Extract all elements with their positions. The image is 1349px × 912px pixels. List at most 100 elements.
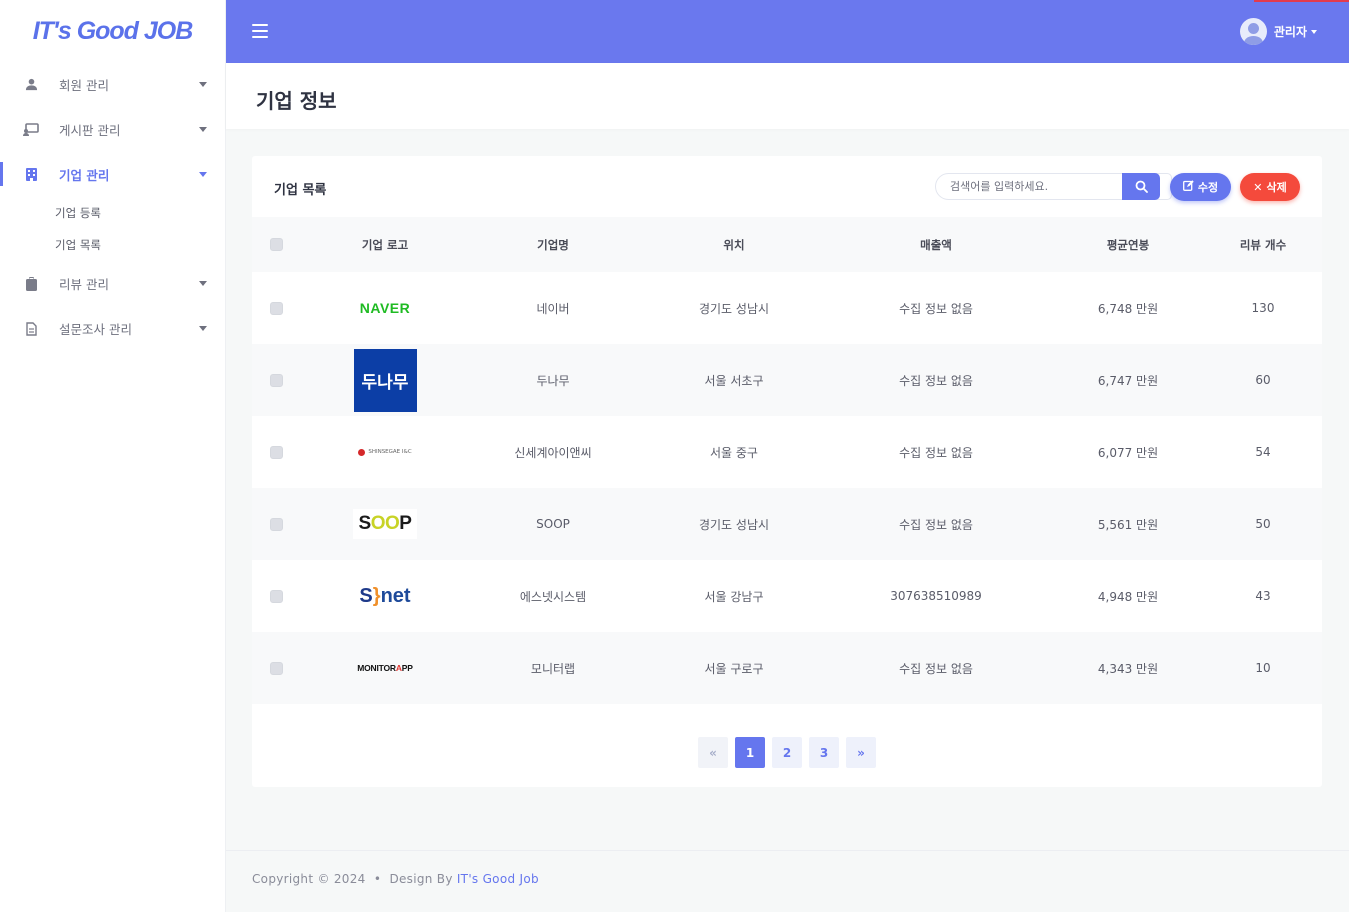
row-checkbox-cell [264, 488, 288, 560]
company-logo[interactable]: NAVER [353, 276, 417, 340]
column-header-logo[interactable]: 기업 로고 [334, 217, 436, 272]
table-row[interactable]: S}net 에스넷시스템 서울 강남구 307638510989 4,948 만… [252, 560, 1322, 632]
table-row[interactable]: SHINSEGAE I&C 신세계아이앤씨 서울 중구 수집 정보 없음 6,0… [252, 416, 1322, 488]
select-all-checkbox[interactable] [269, 238, 283, 251]
user-menu[interactable]: 관리자 [1239, 18, 1317, 45]
company-salary: 4,948 만원 [1097, 589, 1159, 604]
company-logo-cell: 두나무 [334, 344, 436, 416]
card-title: 기업 목록 [274, 183, 327, 198]
avatar[interactable] [1239, 18, 1267, 45]
company-review-count: 60 [1255, 373, 1271, 387]
user-name[interactable]: 관리자 [1274, 23, 1307, 40]
company-name[interactable]: 에스넷시스템 [482, 560, 624, 632]
sidebar-item-surveys[interactable]: 설문조사 관리 [0, 306, 225, 351]
pagination-prev[interactable]: « [698, 737, 728, 768]
pagination-page-3[interactable]: 3 [809, 737, 839, 768]
company-logo-cell: SOOP [334, 488, 436, 560]
company-sales: 수집 정보 없음 [899, 517, 973, 532]
table-row[interactable]: NAVER 네이버 경기도 성남시 수집 정보 없음 6,748 만원 130 [252, 272, 1322, 344]
chevron-down-icon [199, 127, 207, 132]
sidebar-item-label: 회원 관리 [59, 78, 109, 93]
company-salary: 4,343 만원 [1097, 661, 1159, 676]
sidebar-item-boards[interactable]: 게시판 관리 [0, 107, 225, 152]
sidebar-item-label: 리뷰 관리 [59, 277, 109, 292]
topbar: 관리자 [226, 0, 1349, 63]
sidebar-item-label: 게시판 관리 [59, 123, 121, 138]
search-button[interactable] [1122, 173, 1160, 200]
sidebar: IT's Good JOB 회원 관리 게시판 관리 기업 관리 기업 등록 기… [0, 0, 226, 912]
row-checkbox[interactable] [269, 517, 283, 531]
chevron-down-icon [199, 172, 207, 177]
page-header: 기업 정보 [226, 63, 1349, 129]
dunamu-logo[interactable]: 두나무 [353, 348, 417, 412]
pagination-page-2[interactable]: 2 [772, 737, 802, 768]
menu-toggle-icon[interactable] [252, 24, 268, 38]
company-sales: 수집 정보 없음 [899, 373, 973, 388]
company-location: 경기도 성남시 [698, 517, 770, 532]
company-sales: 수집 정보 없음 [899, 661, 973, 676]
column-header-sales[interactable]: 매출액 [852, 217, 1020, 272]
row-checkbox-cell [264, 560, 288, 632]
company-name[interactable]: 네이버 [482, 272, 624, 344]
sidebar-item-companies[interactable]: 기업 관리 [0, 152, 225, 197]
delete-button-label: 삭제 [1266, 181, 1287, 194]
company-location: 서울 강남구 [704, 589, 764, 604]
company-logo[interactable]: S}net [353, 564, 417, 628]
column-header-name[interactable]: 기업명 [482, 217, 624, 272]
table-row[interactable]: MONITORAPP 모니터랩 서울 구로구 수집 정보 없음 4,343 만원… [252, 632, 1322, 704]
footer-text: Copyright © 2024 • Design By IT's Good J… [252, 872, 539, 886]
company-salary: 5,561 만원 [1097, 517, 1159, 532]
company-sales: 307638510989 [890, 589, 982, 603]
row-checkbox[interactable] [269, 589, 283, 603]
delete-button[interactable]: ✕ 삭제 [1240, 173, 1300, 201]
pagination-page-1[interactable]: 1 [735, 737, 765, 768]
edit-button[interactable]: 수정 [1170, 173, 1231, 201]
company-logo[interactable]: SOOP [353, 509, 417, 539]
company-name[interactable]: 두나무 [482, 344, 624, 416]
row-checkbox[interactable] [269, 661, 283, 675]
column-header-salary[interactable]: 평균연봉 [1052, 217, 1204, 272]
company-location: 경기도 성남시 [698, 301, 770, 316]
table-row[interactable]: 두나무 두나무 서울 서초구 수집 정보 없음 6,747 만원 60 [252, 344, 1322, 416]
company-logo-cell: S}net [334, 560, 436, 632]
pagination-next[interactable]: » [846, 737, 876, 768]
company-logo[interactable]: SHINSEGAE I&C [353, 420, 417, 484]
shinsegae-mark-icon [358, 448, 366, 456]
column-header-reviews[interactable]: 리뷰 개수 [1214, 217, 1312, 272]
pagination: « 1 2 3 » [698, 737, 883, 768]
sidebar-item-reviews[interactable]: 리뷰 관리 [0, 261, 225, 306]
footer-link[interactable]: IT's Good Job [457, 872, 539, 886]
company-name[interactable]: SOOP [482, 488, 624, 560]
soop-logo: SOOP [358, 513, 412, 534]
edit-icon [1182, 180, 1194, 194]
company-salary: 6,748 만원 [1097, 301, 1159, 316]
edit-button-label: 수정 [1197, 181, 1219, 194]
company-location: 서울 중구 [710, 445, 758, 460]
brand[interactable]: IT's Good JOB [0, 0, 225, 62]
row-checkbox[interactable] [269, 301, 283, 315]
company-name[interactable]: 신세계아이앤씨 [482, 416, 624, 488]
brand-logo[interactable]: IT's Good JOB [33, 17, 194, 46]
chevron-down-icon [199, 82, 207, 87]
company-sales: 수집 정보 없음 [899, 445, 973, 460]
row-checkbox[interactable] [269, 445, 283, 459]
chevron-down-icon[interactable] [1311, 29, 1317, 34]
row-checkbox[interactable] [269, 373, 283, 387]
sidebar-subitem-company-register[interactable]: 기업 등록 [0, 197, 225, 229]
monitorapp-logo: MONITORAPP [357, 663, 413, 673]
table-header-row: 기업 로고 기업명 위치 매출액 평균연봉 리뷰 개수 [252, 217, 1322, 272]
table-row[interactable]: SOOP SOOP 경기도 성남시 수집 정보 없음 5,561 만원 50 [252, 488, 1322, 560]
naver-logo: NAVER [359, 300, 411, 316]
footer: Copyright © 2024 • Design By IT's Good J… [226, 850, 1349, 912]
company-logo[interactable]: MONITORAPP [353, 636, 417, 700]
select-all-cell [264, 217, 288, 272]
chevron-down-icon [199, 326, 207, 331]
column-header-location[interactable]: 위치 [664, 217, 804, 272]
search-icon [1135, 180, 1148, 193]
search-input[interactable] [950, 174, 1130, 199]
company-review-count: 130 [1251, 301, 1275, 315]
sidebar-subitem-company-list[interactable]: 기업 목록 [0, 229, 225, 261]
sidebar-item-members[interactable]: 회원 관리 [0, 62, 225, 107]
sidebar-item-label: 기업 관리 [59, 168, 110, 183]
company-name[interactable]: 모니터랩 [482, 632, 624, 704]
